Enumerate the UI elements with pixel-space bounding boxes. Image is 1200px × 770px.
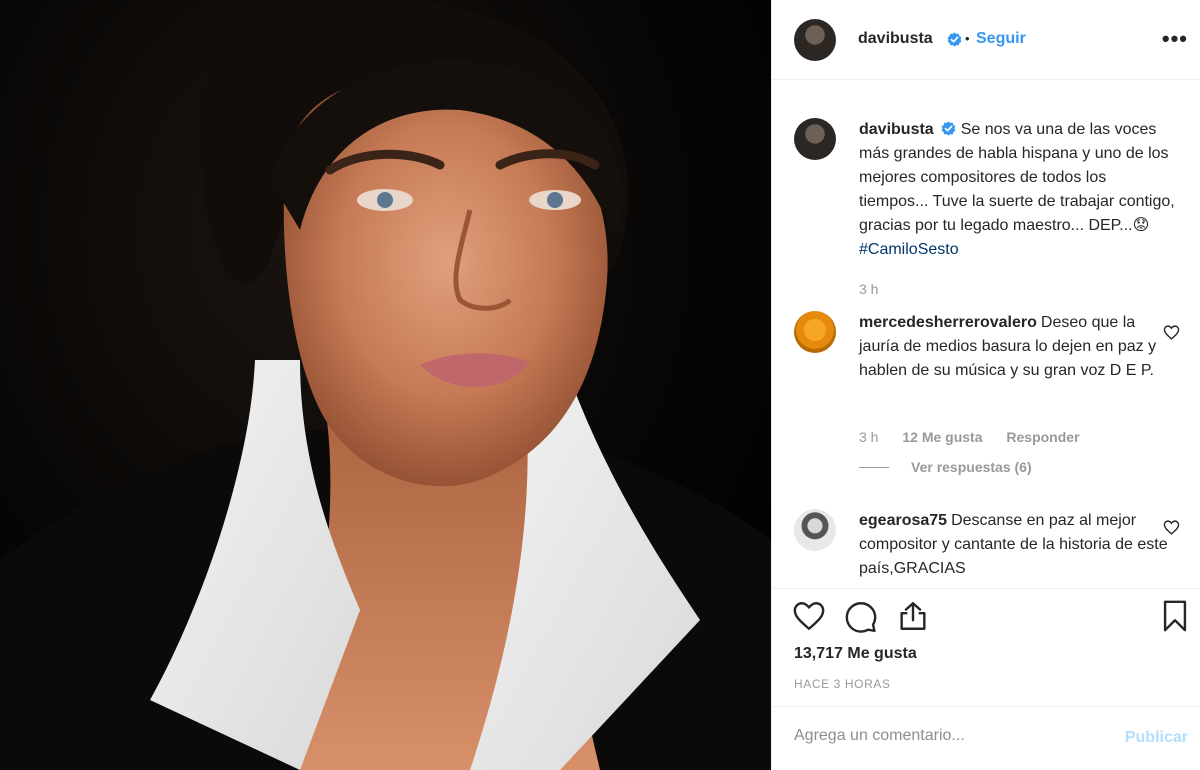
verified-badge-icon	[947, 32, 962, 47]
comment-username[interactable]: egearosa75	[859, 512, 947, 529]
post-photo[interactable]	[0, 0, 771, 770]
comment-text: egearosa75 Descanse en paz al mejor compo…	[859, 509, 1179, 581]
comment-input[interactable]	[794, 727, 1094, 745]
add-comment-bar: Publicar	[772, 706, 1200, 770]
share-icon[interactable]	[896, 599, 930, 633]
comments-section[interactable]: davibusta Se nos va una de las voces más…	[772, 81, 1200, 588]
view-replies-label[interactable]: Ver respuestas (6)	[911, 459, 1032, 475]
view-replies[interactable]: Ver respuestas (6)	[859, 459, 1032, 475]
worried-emoji: 😟	[1132, 217, 1150, 234]
post-header: davibusta • Seguir •••	[772, 0, 1200, 80]
header-separator: •	[965, 31, 970, 46]
comment-icon[interactable]	[844, 599, 878, 633]
post-side-panel: davibusta • Seguir ••• davibusta Se nos …	[771, 0, 1200, 770]
comment-likes[interactable]: 12 Me gusta	[902, 429, 982, 445]
commenter-avatar[interactable]	[794, 311, 836, 353]
post-timestamp: HACE 3 HORAS	[794, 677, 891, 691]
verified-badge-icon	[941, 121, 956, 136]
post-actions: 13,717 Me gusta HACE 3 HORAS	[772, 588, 1200, 706]
author-avatar[interactable]	[794, 19, 836, 61]
bookmark-icon[interactable]	[1158, 599, 1192, 633]
hashtag-link[interactable]: #CamiloSesto	[859, 241, 959, 258]
caption-text: davibusta Se nos va una de las voces más…	[859, 118, 1179, 262]
replies-divider	[859, 466, 889, 468]
more-options-icon[interactable]: •••	[1162, 26, 1188, 52]
caption-avatar[interactable]	[794, 118, 836, 160]
likes-count[interactable]: 13,717 Me gusta	[794, 645, 917, 663]
author-username[interactable]: davibusta	[858, 30, 933, 48]
heart-icon[interactable]	[792, 599, 826, 633]
instagram-post: davibusta • Seguir ••• davibusta Se nos …	[0, 0, 1200, 770]
like-comment-heart-icon[interactable]	[1163, 324, 1180, 341]
caption-time[interactable]: 3 h	[859, 281, 878, 297]
like-comment-heart-icon[interactable]	[1163, 519, 1180, 536]
caption-username[interactable]: davibusta	[859, 121, 934, 138]
follow-button[interactable]: Seguir	[976, 30, 1026, 48]
comment-time[interactable]: 3 h	[859, 429, 878, 445]
commenter-avatar[interactable]	[794, 509, 836, 551]
caption-meta: 3 h	[859, 281, 898, 297]
comment-username[interactable]: mercedesherrerovalero	[859, 314, 1037, 331]
publish-button[interactable]: Publicar	[1125, 729, 1188, 747]
comment-meta: 3 h 12 Me gusta Responder	[859, 429, 1100, 445]
portrait-illustration	[0, 0, 771, 770]
reply-button[interactable]: Responder	[1006, 429, 1079, 445]
comment-text: mercedesherrerovalero Deseo que la jauría…	[859, 311, 1179, 383]
